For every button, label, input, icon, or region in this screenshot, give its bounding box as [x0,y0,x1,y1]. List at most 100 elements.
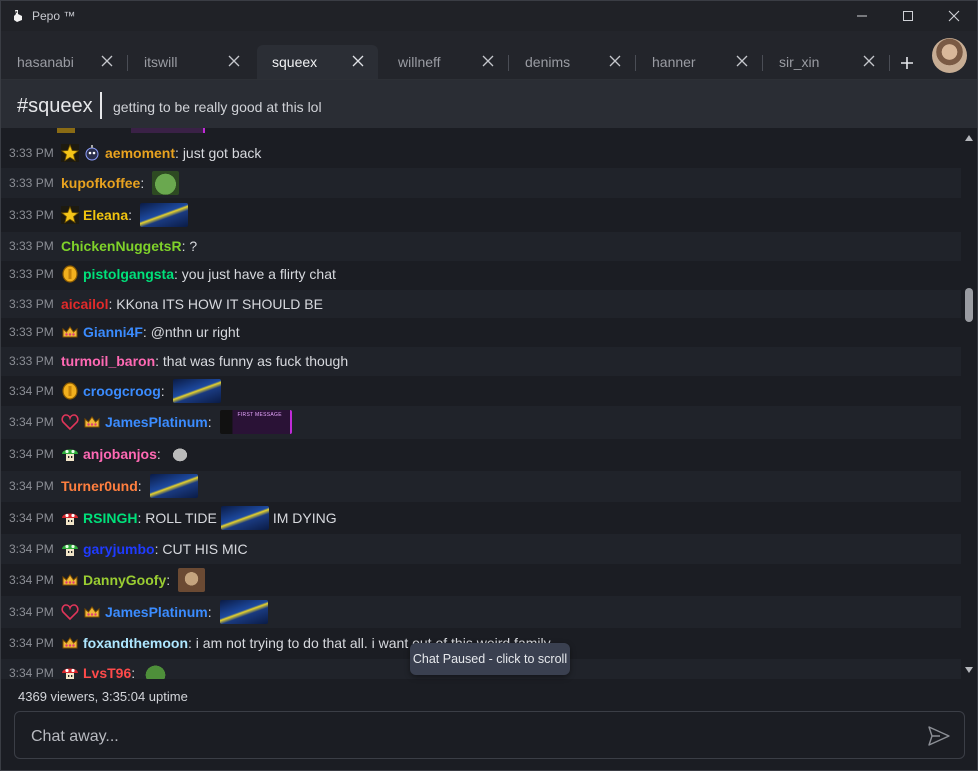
send-icon[interactable] [928,726,950,746]
message-timestamp: 3:34 PM [9,384,54,398]
chat-username[interactable]: aemoment [105,145,175,161]
chat-message-text: IM DYING [272,510,337,526]
message-timestamp: 3:34 PM [9,666,54,679]
coin-badge-icon [61,382,79,400]
chat-message-list[interactable]: 3:33 PM aemoment: just got back 3:33 PM kup… [1,128,961,679]
channel-name: #squeex [17,95,93,117]
username-colon: : [160,383,169,399]
message-timestamp: 3:33 PM [9,239,54,253]
user-avatar[interactable] [932,38,967,73]
username-colon: : [131,665,140,679]
frog-emote[interactable] [152,171,180,195]
chat-message-row: 3:33 PM Eleana: [1,199,961,231]
car-emote[interactable] [149,474,198,498]
message-timestamp: 3:33 PM [9,208,54,222]
chat-username[interactable]: JamesPlatinum [105,604,208,620]
chat-paused-button[interactable]: Chat Paused - click to scroll [410,643,570,675]
message-timestamp: 3:33 PM [9,267,54,281]
coin-badge-icon [61,265,79,283]
first-message-emote[interactable]: FIRST MESSAGE [219,410,292,434]
crown-badge-icon [61,571,79,589]
pepo-logo-icon [10,8,26,24]
car-emote[interactable] [139,203,188,227]
mushroom-green-badge-icon [61,445,79,463]
crown-badge-icon [61,634,79,652]
tab-denims[interactable]: denims [509,45,636,79]
stream-title: getting to be really good at this lol [113,99,322,115]
chat-message-row: 3:34 PM garyjumbo: CUT HIS MIC [1,534,961,564]
viewer-status: 4369 viewers, 3:35:04 uptime [18,689,188,704]
chat-input-box[interactable] [14,711,965,759]
chat-username[interactable]: JamesPlatinum [105,414,208,430]
cut-off-emote [131,128,205,133]
tab-sir-xin[interactable]: sir_xin [763,45,890,79]
chat-username[interactable]: aicailol [61,296,108,312]
chat-username[interactable]: Turner0und [61,478,138,494]
message-timestamp: 3:34 PM [9,542,54,556]
close-tab-icon[interactable] [101,55,113,67]
chat-message-text: KKona ITS HOW IT SHOULD BE [116,296,323,312]
tab-bar: hasanabi itswill squeex willneff denims … [1,31,977,80]
chat-username[interactable]: ChickenNuggetsR [61,238,182,254]
close-tab-icon[interactable] [228,55,240,67]
message-timestamp: 3:34 PM [9,415,54,429]
tab-squeex[interactable]: squeex [257,45,378,79]
close-window-button[interactable] [931,1,977,31]
chat-username[interactable]: RSINGH [83,510,137,526]
crown-badge-icon [83,603,101,621]
scrollbar-thumb[interactable] [965,288,973,322]
minimize-button[interactable] [839,1,885,31]
username-colon: : [188,635,196,651]
chat-message-row: 3:34 PM croogcroog: [1,376,961,406]
mushroom-red-badge-icon [61,664,79,679]
username-colon: : [140,175,149,191]
car-emote[interactable] [220,506,269,530]
chat-input[interactable] [29,720,913,754]
star-badge-icon [61,144,79,162]
message-timestamp: 3:33 PM [9,354,54,368]
chat-username[interactable]: Eleana [83,207,128,223]
close-tab-icon[interactable] [609,55,621,67]
chat-message-row: 3:34 PM JamesPlatinum: FIRST MESSAGE [1,405,961,439]
pepe-emote[interactable] [143,663,169,679]
car-emote[interactable] [219,600,268,624]
channel-header: #squeex getting to be really good at thi… [1,80,977,129]
tab-willneff[interactable]: willneff [382,45,509,79]
add-tab-plus-icon[interactable] [897,53,917,73]
chat-username[interactable]: croogcroog [83,383,161,399]
scroll-down-arrow-icon[interactable] [965,666,973,674]
chat-message-row: 3:34 PM Turner0und: [1,470,961,502]
chat-message-row: 3:34 PM JamesPlatinum: [1,596,961,628]
close-tab-icon[interactable] [482,55,494,67]
cat-emote[interactable] [168,445,191,463]
chat-username[interactable]: foxandthemoon [83,635,188,651]
scroll-up-arrow-icon[interactable] [965,134,973,142]
username-colon: : [207,604,216,620]
car-emote[interactable] [172,379,221,403]
chat-username[interactable]: garyjumbo [83,541,155,557]
face-emote[interactable] [178,568,206,592]
chat-username[interactable]: Gianni4F [83,324,143,340]
username-colon: : [137,510,146,526]
chat-scrollbar[interactable] [961,128,977,679]
close-tab-icon[interactable] [863,55,875,67]
chat-message-text: that was funny as fuck though [162,353,349,369]
chat-username[interactable]: kupofkoffee [61,175,140,191]
maximize-button[interactable] [885,1,931,31]
close-tab-icon[interactable] [736,55,748,67]
username-colon: : [174,266,182,282]
tab-hasanabi[interactable]: hasanabi [1,45,128,79]
message-timestamp: 3:34 PM [9,573,54,587]
tab-itswill[interactable]: itswill [128,45,254,79]
chat-username[interactable]: LvsT96 [83,665,131,679]
chat-message-row: 3:33 PM turmoil_baron: that was funny as … [1,346,961,376]
close-tab-icon[interactable] [352,55,364,67]
tab-hanner[interactable]: hanner [636,45,763,79]
star-badge-icon [61,206,79,224]
chat-username[interactable]: DannyGoofy [83,572,166,588]
chat-username[interactable]: turmoil_baron [61,353,155,369]
chat-message-row: 3:33 PM aemoment: just got back [1,138,961,168]
heart-badge-icon [61,603,79,621]
chat-username[interactable]: anjobanjos [83,446,157,462]
chat-username[interactable]: pistolgangsta [83,266,174,282]
